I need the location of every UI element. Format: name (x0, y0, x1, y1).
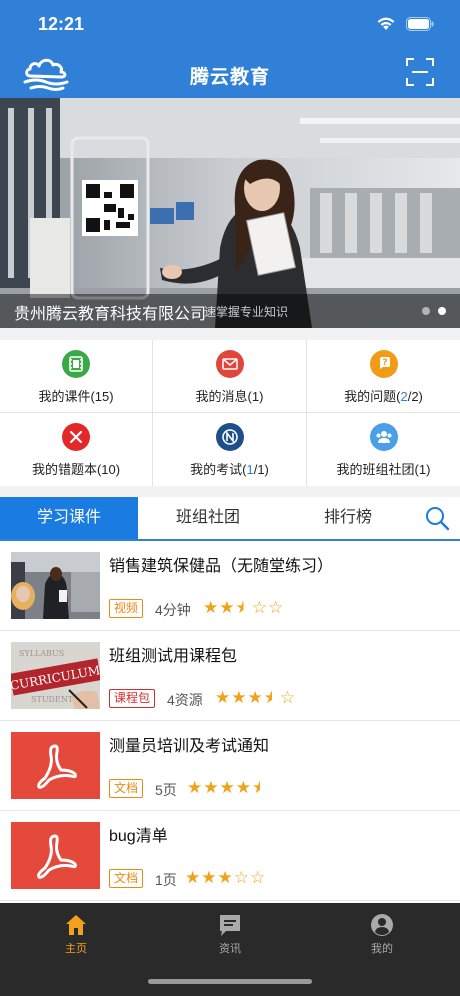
label-suffix: /1) (253, 462, 269, 477)
news-icon (220, 915, 240, 936)
grid-item-group[interactable]: 我的班组社团(1) (307, 413, 460, 486)
film-icon (62, 350, 90, 378)
course-list: 销售建筑保健品（无随堂练习） 视频 4分钟 ★★★☆☆ SYLLABUS STU… (0, 541, 460, 903)
svg-text:STUDENT: STUDENT (31, 695, 74, 704)
grid-item-messages[interactable]: 我的消息(1) (153, 340, 307, 413)
nav-home[interactable]: 主页 (46, 913, 106, 956)
course-title: 班组测试用课程包 (109, 648, 238, 665)
profile-icon (371, 914, 393, 936)
course-thumbnail (11, 552, 100, 619)
type-badge: 课程包 (109, 689, 156, 708)
label-prefix: 我的考试( (190, 462, 247, 477)
home-icon (66, 915, 86, 935)
label-highlight: 2 (400, 389, 408, 404)
banner-company: 贵州腾云教育科技有限公司 (14, 306, 207, 323)
list-item[interactable]: 测量员培训及考试通知 文档 5页 ★★★★★ (0, 721, 460, 811)
course-thumbnail: SYLLABUS STUDENT CURRICULUM (11, 642, 100, 709)
tab-courseware[interactable]: 学习课件 (0, 497, 138, 539)
course-meta: 1页 (155, 872, 177, 888)
type-badge: 文档 (109, 869, 144, 888)
rating-stars: ★★★★★ (187, 778, 269, 797)
scan-icon[interactable] (406, 58, 434, 86)
grid-item-wrong-answers[interactable]: 我的错题本(10) (0, 413, 153, 486)
nav-label: 资讯 (219, 943, 241, 955)
question-icon: ? (369, 350, 398, 378)
envelope-icon (215, 350, 244, 378)
pdf-file-icon (11, 732, 100, 799)
course-meta: 5页 (155, 782, 177, 798)
status-time: 12:21 (38, 14, 85, 34)
rating-stars: ★★★★☆ (215, 688, 297, 707)
grid-item-exams[interactable]: 我的考试(1/1) (153, 413, 307, 486)
course-title: 销售建筑保健品（无随堂练习） (109, 558, 334, 575)
list-item[interactable]: bug清单 文档 1页 ★★★☆☆ (0, 811, 460, 901)
exam-icon (215, 423, 244, 451)
banner-carousel[interactable]: 贵州腾云教育科技有限公司 速掌握专业知识 (0, 98, 460, 328)
grid-label: 我的班组社团(1) (336, 462, 431, 477)
label-prefix: 我的问题( (344, 389, 401, 404)
carousel-dot[interactable] (422, 307, 430, 315)
rating-stars: ★★★☆☆ (203, 598, 285, 617)
nav-label: 我的 (371, 943, 393, 955)
app-header: 12:21 腾云教育 (0, 0, 460, 98)
list-item[interactable]: 销售建筑保健品（无随堂练习） 视频 4分钟 ★★★☆☆ (0, 541, 460, 631)
svg-text:?: ? (382, 358, 387, 368)
course-meta: 4分钟 (155, 602, 191, 618)
banner-subtitle: 速掌握专业知识 (204, 305, 289, 319)
tab-ranking[interactable]: 排行榜 (278, 497, 418, 539)
wifi-icon (376, 16, 396, 31)
tab-group[interactable]: 班组社团 (138, 497, 278, 539)
search-icon[interactable] (424, 505, 450, 531)
label-suffix: /2) (407, 389, 423, 404)
nav-profile[interactable]: 我的 (352, 913, 412, 956)
grid-label: 我的问题(2/2) (307, 386, 460, 405)
banner-caption: 贵州腾云教育科技有限公司 速掌握专业知识 (0, 294, 460, 328)
quick-entry-grid: 我的课件(15) 我的消息(1) ? 我的问题(2/2) 我的错题本(10) 我… (0, 340, 460, 486)
list-item[interactable]: SYLLABUS STUDENT CURRICULUM 班组测试用课程包 课程包… (0, 631, 460, 721)
nav-news[interactable]: 资讯 (200, 913, 260, 956)
pdf-file-icon (11, 822, 100, 889)
carousel-dot-active[interactable] (438, 307, 446, 315)
grid-item-questions[interactable]: ? 我的问题(2/2) (307, 340, 460, 413)
course-meta: 4资源 (167, 692, 203, 708)
svg-text:SYLLABUS: SYLLABUS (19, 649, 64, 658)
type-badge: 视频 (109, 599, 144, 618)
carousel-dots[interactable] (422, 307, 446, 315)
grid-label: 我的消息(1) (195, 389, 264, 404)
grid-item-courseware[interactable]: 我的课件(15) (0, 340, 153, 413)
status-icons (376, 16, 434, 31)
content-tabs: 学习课件 班组社团 排行榜 (0, 497, 460, 541)
wrong-x-icon (62, 423, 90, 451)
grid-label: 我的考试(1/1) (153, 459, 306, 478)
home-indicator (148, 979, 312, 984)
course-title: 测量员培训及考试通知 (109, 738, 270, 755)
battery-icon (406, 16, 434, 31)
course-title: bug清单 (109, 828, 168, 845)
app-title: 腾云教育 (189, 67, 270, 88)
grid-label: 我的错题本(10) (31, 462, 121, 477)
group-icon (369, 423, 398, 451)
rating-stars: ★★★☆☆ (185, 868, 267, 887)
nav-label: 主页 (65, 943, 87, 955)
grid-label: 我的课件(15) (38, 389, 114, 404)
label-highlight: 1 (246, 462, 254, 477)
type-badge: 文档 (109, 779, 144, 798)
